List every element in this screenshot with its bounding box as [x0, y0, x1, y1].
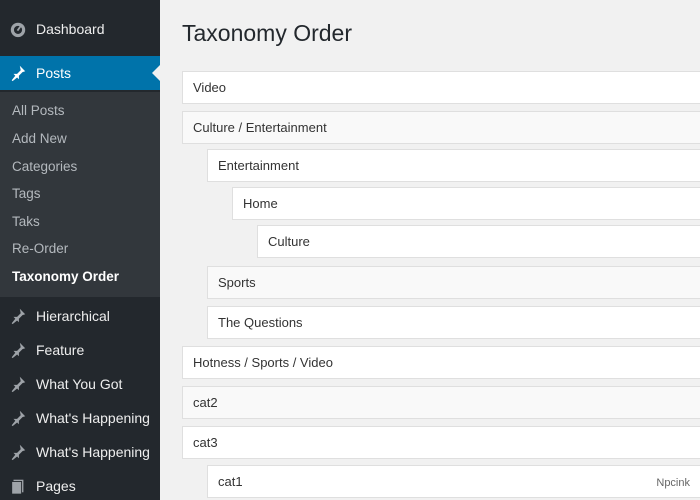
- nav-dashboard[interactable]: Dashboard: [0, 12, 160, 46]
- term-label: Video: [193, 80, 227, 95]
- term-label: cat2: [193, 395, 218, 410]
- pin-icon: [9, 307, 27, 325]
- term-label: cat3: [193, 435, 218, 450]
- pin-icon: [9, 341, 27, 359]
- term-label: Culture: [268, 234, 310, 249]
- nav-whats-happening-2-label: What's Happening: [36, 444, 150, 460]
- nav-dashboard-label: Dashboard: [36, 21, 105, 37]
- pin-icon: [9, 443, 27, 461]
- pin-icon: [9, 409, 27, 427]
- nav-pages[interactable]: Pages: [0, 469, 160, 500]
- nav-hierarchical-label: Hierarchical: [36, 308, 110, 324]
- nav-posts[interactable]: Posts: [0, 56, 160, 90]
- submenu-taks[interactable]: Taks: [12, 214, 40, 229]
- pin-icon: [9, 64, 27, 82]
- current-menu-arrow: [152, 65, 160, 81]
- term-row[interactable]: Home: [232, 187, 700, 220]
- submenu-re-order[interactable]: Re-Order: [12, 241, 68, 256]
- pin-icon: [9, 375, 27, 393]
- term-label: Home: [243, 196, 278, 211]
- nav-posts-label: Posts: [36, 65, 72, 81]
- term-row[interactable]: Video: [182, 71, 700, 104]
- admin-sidebar: Dashboard Posts All Posts Add New Catego…: [0, 0, 160, 500]
- nav-hierarchical[interactable]: Hierarchical: [0, 299, 160, 333]
- nav-pages-label: Pages: [36, 478, 76, 494]
- page-title: Taxonomy Order: [182, 20, 353, 46]
- term-row[interactable]: Hotness / Sports / Video: [182, 346, 700, 379]
- term-label: cat1: [218, 474, 243, 489]
- term-row[interactable]: Culture: [257, 225, 700, 258]
- submenu-tags[interactable]: Tags: [12, 186, 41, 201]
- nav-whats-happening[interactable]: What's Happening: [0, 401, 160, 435]
- pages-icon: [9, 477, 27, 495]
- term-label: Sports: [218, 275, 256, 290]
- submenu-add-new[interactable]: Add New: [12, 131, 67, 146]
- nav-whats-happening-2[interactable]: What's Happening: [0, 435, 160, 469]
- term-label: Hotness / Sports / Video: [193, 355, 333, 370]
- term-label: Culture / Entertainment: [193, 120, 327, 135]
- submenu-taxonomy-order[interactable]: Taxonomy Order: [12, 269, 119, 284]
- nav-feature-label: Feature: [36, 342, 85, 358]
- term-row[interactable]: Sports: [207, 266, 700, 299]
- nav-whats-happening-label: What's Happening: [36, 410, 150, 426]
- term-row[interactable]: cat2: [182, 386, 700, 419]
- posts-submenu: All Posts Add New Categories Tags Taks R…: [0, 92, 160, 297]
- term-row[interactable]: The Questions: [207, 306, 700, 339]
- nav-what-you-got-label: What You Got: [36, 376, 123, 392]
- term-row[interactable]: cat3: [182, 426, 700, 459]
- term-row[interactable]: Culture / Entertainment: [182, 111, 700, 144]
- submenu-categories[interactable]: Categories: [12, 159, 77, 174]
- term-label: Entertainment: [218, 158, 299, 173]
- dashboard-icon: [9, 20, 27, 38]
- submenu-all-posts[interactable]: All Posts: [12, 103, 65, 118]
- term-label: The Questions: [218, 315, 303, 330]
- watermark: Npcink: [656, 477, 690, 489]
- term-row[interactable]: cat1: [207, 465, 700, 498]
- nav-what-you-got[interactable]: What You Got: [0, 367, 160, 401]
- term-row[interactable]: Entertainment: [207, 149, 700, 182]
- nav-feature[interactable]: Feature: [0, 333, 160, 367]
